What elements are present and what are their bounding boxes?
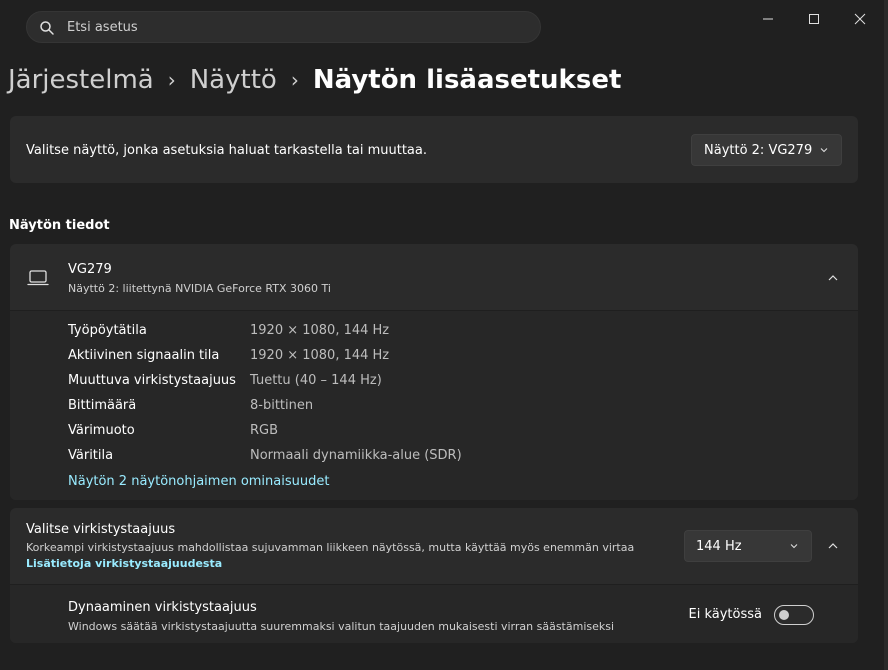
toggle-knob	[779, 610, 789, 620]
info-key: Työpöytätila	[68, 323, 147, 338]
display-info-heading: Näytön tiedot	[9, 218, 110, 233]
refresh-rate-description: Korkeampi virkistystaajuus mahdollistaa …	[26, 541, 635, 554]
info-key: Bittimäärä	[68, 398, 137, 413]
adapter-properties-link[interactable]: Näytön 2 näytönohjaimen ominaisuudet	[68, 474, 329, 489]
display-adapter-info: Näyttö 2: liitettynä NVIDIA GeForce RTX …	[68, 282, 331, 295]
display-select-label: Valitse näyttö, jonka asetuksia haluat t…	[26, 143, 428, 158]
close-button[interactable]	[848, 8, 872, 30]
dynamic-refresh-row: Dynaaminen virkistystaajuus Windows säät…	[10, 585, 858, 643]
chevron-up-icon	[828, 543, 838, 549]
display-info-rows: Työpöytätila 1920 × 1080, 144 Hz Aktiivi…	[10, 311, 858, 500]
display-name: VG279	[68, 262, 112, 277]
dynamic-refresh-description: Windows säätää virkistystaajuutta suurem…	[68, 620, 615, 633]
display-info-card: VG279 Näyttö 2: liitettynä NVIDIA GeForc…	[10, 244, 858, 500]
breadcrumb: Järjestelmä › Näyttö › Näytön lisäasetuk…	[8, 60, 621, 100]
title-bar: Etsi asetus	[0, 0, 888, 50]
info-value: 1920 × 1080, 144 Hz	[250, 323, 390, 338]
monitor-icon	[27, 270, 49, 286]
info-key: Väritila	[68, 448, 114, 463]
info-value: 8-bittinen	[250, 398, 314, 413]
breadcrumb-item-display[interactable]: Näyttö	[190, 65, 277, 95]
maximize-icon	[809, 14, 819, 24]
display-select-card: Valitse näyttö, jonka asetuksia haluat t…	[10, 116, 858, 183]
display-info-header[interactable]: VG279 Näyttö 2: liitettynä NVIDIA GeForc…	[10, 244, 858, 311]
dynamic-refresh-toggle[interactable]	[774, 605, 814, 625]
minimize-button[interactable]	[756, 8, 780, 30]
info-value: Normaali dynamiikka-alue (SDR)	[250, 448, 462, 463]
refresh-rate-card: Valitse virkistystaajuus Korkeampi virki…	[10, 508, 858, 643]
chevron-up-icon	[828, 275, 838, 281]
chevron-down-icon	[820, 148, 828, 153]
search-icon	[40, 21, 54, 35]
window-edge	[884, 0, 888, 670]
chevron-right-icon: ›	[290, 68, 299, 92]
refresh-rate-title: Valitse virkistystaajuus	[26, 522, 176, 537]
info-key: Aktiivinen signaalin tila	[68, 348, 220, 363]
maximize-button[interactable]	[802, 8, 826, 30]
display-dropdown[interactable]: Näyttö 2: VG279	[691, 134, 842, 166]
page-title: Näytön lisäasetukset	[312, 65, 622, 95]
collapse-button[interactable]	[818, 531, 848, 561]
refresh-rate-learn-more-link[interactable]: Lisätietoja virkistystaajuudesta	[26, 557, 222, 570]
search-box[interactable]: Etsi asetus	[26, 11, 541, 43]
refresh-rate-header: Valitse virkistystaajuus Korkeampi virki…	[10, 508, 858, 585]
info-key: Muuttuva virkistystaajuus	[68, 373, 236, 388]
display-dropdown-value: Näyttö 2: VG279	[704, 142, 813, 158]
dynamic-refresh-title: Dynaaminen virkistystaajuus	[68, 600, 257, 615]
search-input[interactable]: Etsi asetus	[67, 20, 138, 35]
info-value: 1920 × 1080, 144 Hz	[250, 348, 390, 363]
chevron-down-icon	[790, 544, 798, 549]
info-value: RGB	[250, 423, 279, 438]
refresh-rate-dropdown[interactable]: 144 Hz	[684, 530, 812, 562]
breadcrumb-item-system[interactable]: Järjestelmä	[8, 65, 154, 95]
collapse-button[interactable]	[818, 263, 848, 293]
minimize-icon	[763, 18, 773, 20]
refresh-rate-value: 144 Hz	[696, 538, 742, 554]
info-key: Värimuoto	[68, 423, 135, 438]
close-icon	[854, 13, 866, 25]
info-value: Tuettu (40 – 144 Hz)	[250, 373, 382, 388]
dynamic-refresh-state: Ei käytössä	[688, 607, 762, 622]
chevron-right-icon: ›	[167, 68, 176, 92]
